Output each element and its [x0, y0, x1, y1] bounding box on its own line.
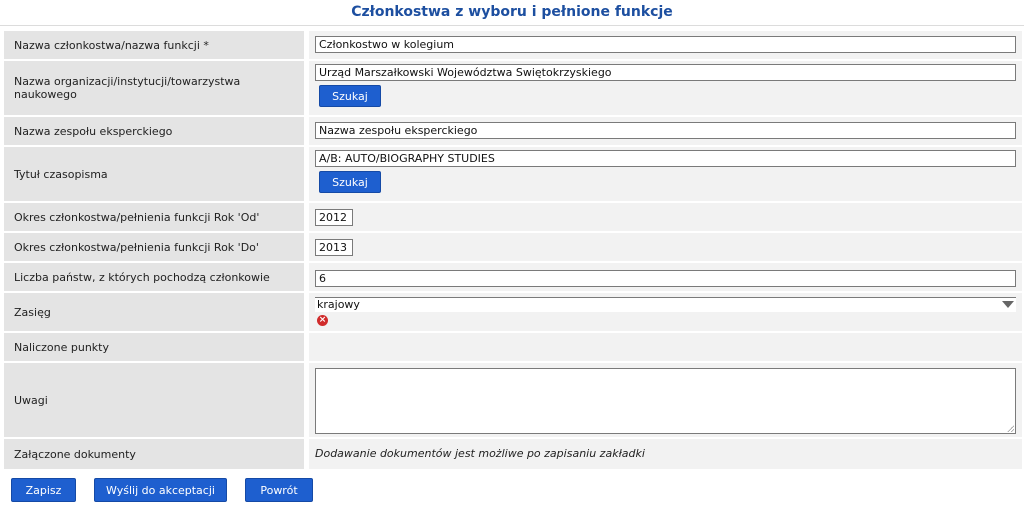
scope-select[interactable]: krajowy — [315, 297, 1016, 312]
expert-team-cell: Nazwa zespołu eksperckiego — [309, 117, 1022, 145]
year-to-input[interactable]: 2013 — [315, 239, 353, 256]
countries-count-input[interactable]: 6 — [315, 270, 1016, 287]
page-title: Członkostwa z wyboru i pełnione funkcje — [0, 0, 1024, 26]
remarks-cell — [309, 363, 1022, 437]
expert-team-label: Nazwa zespołu eksperckiego — [4, 117, 304, 145]
organization-cell: Urząd Marszałkowski Województwa Swiętokr… — [309, 61, 1022, 115]
row-journal-title: Tytuł czasopisma A/B: AUTO/BIOGRAPHY STU… — [4, 147, 1022, 201]
points-label: Naliczone punkty — [4, 333, 304, 361]
points-cell — [309, 333, 1022, 361]
row-membership-name: Nazwa członkostwa/nazwa funkcji * Członk… — [4, 31, 1022, 59]
back-button[interactable]: Powrót — [245, 478, 313, 502]
attachments-label: Załączone dokumenty — [4, 439, 304, 469]
remarks-textarea[interactable] — [315, 368, 1016, 434]
journal-title-cell: A/B: AUTO/BIOGRAPHY STUDIES Szukaj — [309, 147, 1022, 201]
journal-title-input[interactable]: A/B: AUTO/BIOGRAPHY STUDIES — [315, 150, 1016, 167]
row-year-to: Okres członkostwa/pełnienia funkcji Rok … — [4, 233, 1022, 261]
remarks-label: Uwagi — [4, 363, 304, 437]
membership-name-label: Nazwa członkostwa/nazwa funkcji * — [4, 31, 304, 59]
year-from-cell: 2012 — [309, 203, 1022, 231]
attachments-cell: Dodawanie dokumentów jest możliwe po zap… — [309, 439, 1022, 469]
journal-title-label: Tytuł czasopisma — [4, 147, 304, 201]
row-points: Naliczone punkty — [4, 333, 1022, 361]
organization-search-button[interactable]: Szukaj — [319, 85, 381, 107]
journal-search-button[interactable]: Szukaj — [319, 171, 381, 193]
membership-name-cell: Członkostwo w kolegium — [309, 31, 1022, 59]
scope-label: Zasięg — [4, 293, 304, 331]
year-from-input[interactable]: 2012 — [315, 209, 353, 226]
expert-team-input[interactable]: Nazwa zespołu eksperckiego — [315, 122, 1016, 139]
row-expert-team: Nazwa zespołu eksperckiego Nazwa zespołu… — [4, 117, 1022, 145]
clear-icon[interactable]: × — [317, 315, 328, 326]
row-organization: Nazwa organizacji/instytucji/towarzystwa… — [4, 61, 1022, 115]
chevron-down-icon[interactable] — [1002, 301, 1014, 308]
year-to-cell: 2013 — [309, 233, 1022, 261]
scope-selected-value: krajowy — [317, 298, 360, 311]
year-from-label: Okres członkostwa/pełnienia funkcji Rok … — [4, 203, 304, 231]
year-to-label: Okres członkostwa/pełnienia funkcji Rok … — [4, 233, 304, 261]
save-button[interactable]: Zapisz — [11, 478, 76, 502]
row-countries-count: Liczba państw, z których pochodzą członk… — [4, 263, 1022, 291]
scope-cell: krajowy × — [309, 293, 1022, 331]
row-attachments: Załączone dokumenty Dodawanie dokumentów… — [4, 439, 1022, 469]
organization-label: Nazwa organizacji/instytucji/towarzystwa… — [4, 61, 304, 115]
countries-count-label: Liczba państw, z których pochodzą członk… — [4, 263, 304, 291]
membership-name-input[interactable]: Członkostwo w kolegium — [315, 36, 1016, 53]
send-for-approval-button[interactable]: Wyślij do akceptacji — [94, 478, 227, 502]
row-year-from: Okres członkostwa/pełnienia funkcji Rok … — [4, 203, 1022, 231]
row-remarks: Uwagi — [4, 363, 1022, 437]
countries-count-cell: 6 — [309, 263, 1022, 291]
resize-grip-icon[interactable] — [1007, 425, 1014, 432]
organization-input[interactable]: Urząd Marszałkowski Województwa Swiętokr… — [315, 64, 1016, 81]
row-scope: Zasięg krajowy × — [4, 293, 1022, 331]
attachments-note: Dodawanie dokumentów jest możliwe po zap… — [315, 447, 645, 460]
